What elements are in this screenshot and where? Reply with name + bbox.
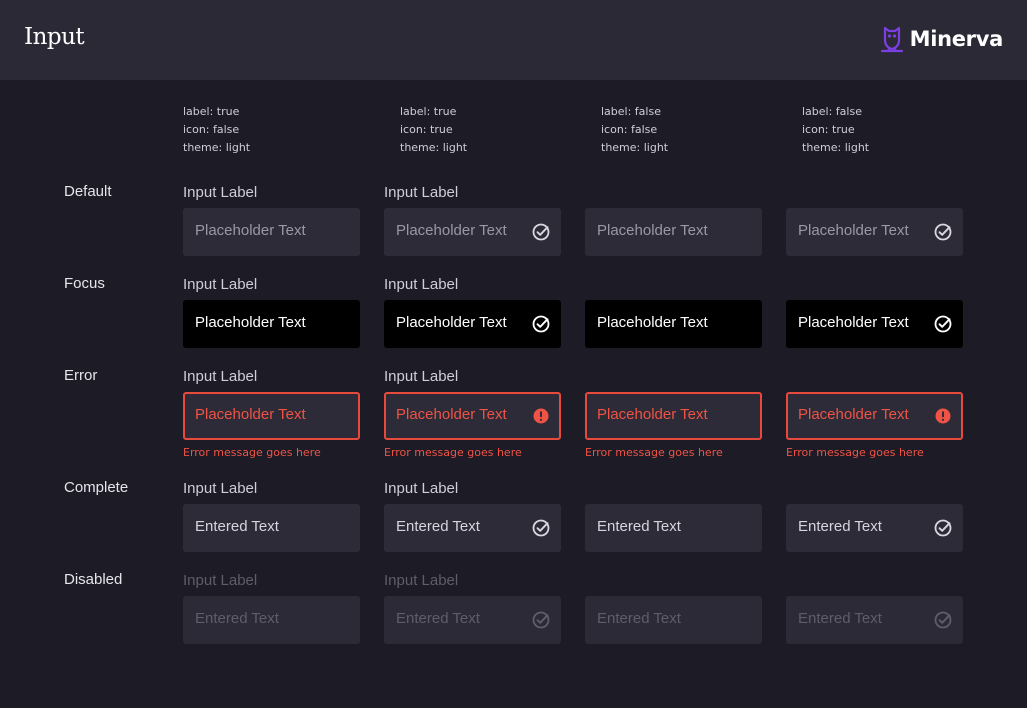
text-input[interactable]: Placeholder Text [786,300,963,348]
brand-name: Minerva [909,27,1004,51]
error-alert-icon [533,408,549,424]
text-input: Entered Text [786,596,963,644]
check-circle-icon [532,611,550,629]
text-input[interactable]: Placeholder Text [384,392,561,440]
text-input[interactable]: Placeholder Text [585,392,762,440]
check-circle-icon [934,519,952,537]
input-label: Input Label [183,184,258,201]
input-label: Input Label [384,480,459,497]
input-label: Input Label [183,276,258,293]
input-label: Input Label [183,368,258,385]
text-input[interactable]: Placeholder Text [786,392,963,440]
owl-logo-icon [880,26,903,53]
text-input: Entered Text [384,596,561,644]
entered-text: Entered Text [798,518,882,535]
placeholder-text: Placeholder Text [798,406,909,423]
placeholder-text: Placeholder Text [396,222,507,239]
placeholder-text: Placeholder Text [396,406,507,423]
text-input[interactable]: Placeholder Text [585,300,762,348]
check-circle-icon [934,223,952,241]
text-input[interactable]: Entered Text [786,504,963,552]
text-input: Entered Text [585,596,762,644]
error-message: Error message goes here [384,446,522,459]
placeholder-text: Placeholder Text [597,314,708,331]
check-circle-icon [532,223,550,241]
placeholder-text: Placeholder Text [597,222,708,239]
entered-text: Entered Text [195,610,279,627]
entered-text: Entered Text [597,610,681,627]
error-message: Error message goes here [585,446,723,459]
placeholder-text: Placeholder Text [798,314,909,331]
check-circle-icon [934,611,952,629]
column-props-4: label: false icon: true theme: light [802,105,870,154]
row-label-default: Default [64,183,112,200]
input-label: Input Label [183,572,258,589]
text-input[interactable]: Placeholder Text [384,208,561,256]
error-message: Error message goes here [183,446,321,459]
input-label: Input Label [384,572,459,589]
placeholder-text: Placeholder Text [195,222,306,239]
text-input: Entered Text [183,596,360,644]
column-props-1: label: true icon: false theme: light [183,105,251,154]
column-props-2: label: true icon: true theme: light [400,105,468,154]
check-circle-icon [532,315,550,333]
entered-text: Entered Text [195,518,279,535]
text-input[interactable]: Placeholder Text [183,208,360,256]
text-input[interactable]: Entered Text [585,504,762,552]
placeholder-text: Placeholder Text [798,222,909,239]
row-label-focus: Focus [64,275,105,292]
column-props-3: label: false icon: false theme: light [601,105,669,154]
text-input[interactable]: Placeholder Text [384,300,561,348]
text-input[interactable]: Placeholder Text [585,208,762,256]
placeholder-text: Placeholder Text [597,406,708,423]
entered-text: Entered Text [396,610,480,627]
check-circle-icon [934,315,952,333]
text-input[interactable]: Placeholder Text [183,392,360,440]
check-circle-icon [532,519,550,537]
entered-text: Entered Text [798,610,882,627]
input-label: Input Label [384,184,459,201]
row-label-disabled: Disabled [64,571,123,588]
text-input[interactable]: Placeholder Text [786,208,963,256]
page-header: Input Minerva [0,0,1027,80]
brand: Minerva [880,25,1003,53]
row-label-complete: Complete [64,479,129,496]
text-input[interactable]: Placeholder Text [183,300,360,348]
text-input[interactable]: Entered Text [384,504,561,552]
input-label: Input Label [384,276,459,293]
input-label: Input Label [183,480,258,497]
placeholder-text: Placeholder Text [396,314,507,331]
entered-text: Entered Text [597,518,681,535]
entered-text: Entered Text [396,518,480,535]
placeholder-text: Placeholder Text [195,406,306,423]
placeholder-text: Placeholder Text [195,314,306,331]
error-alert-icon [935,408,951,424]
page-title: Input [24,24,85,50]
input-label: Input Label [384,368,459,385]
text-input[interactable]: Entered Text [183,504,360,552]
error-message: Error message goes here [786,446,924,459]
row-label-error: Error [64,367,98,384]
